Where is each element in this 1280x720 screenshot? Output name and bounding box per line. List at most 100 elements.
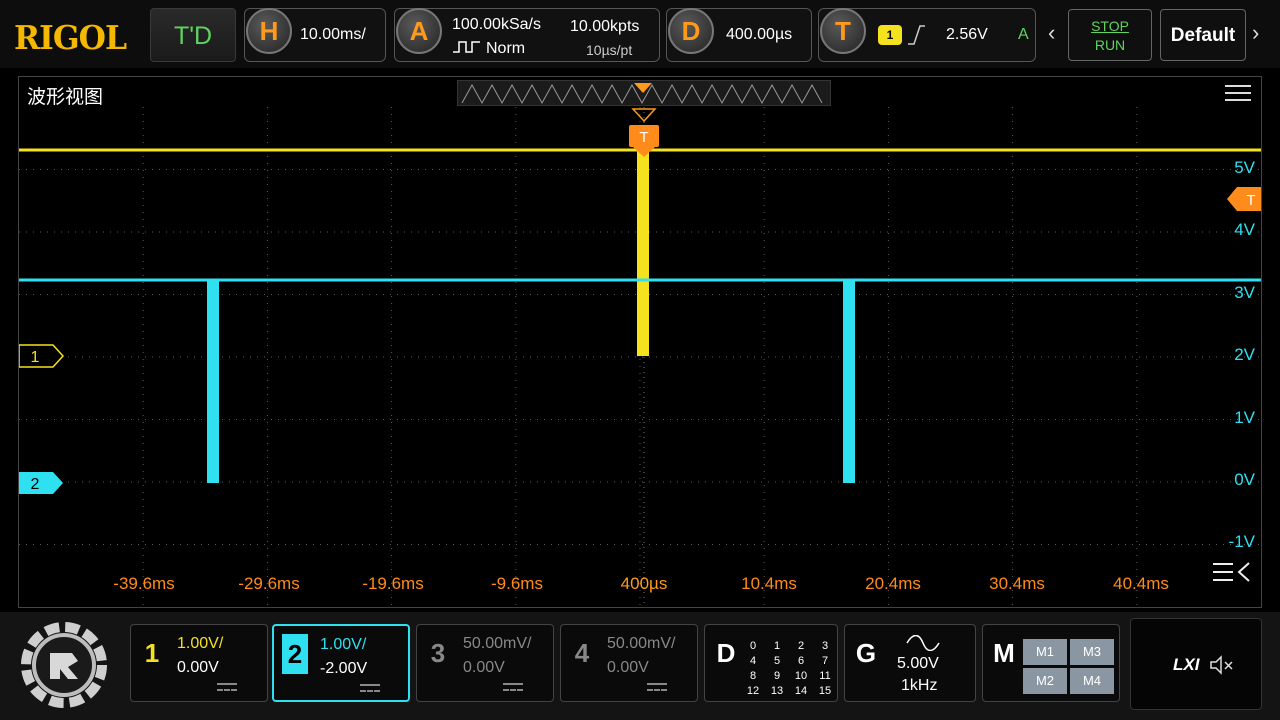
y-axis-label: -1V bbox=[1229, 532, 1256, 551]
waveform-window[interactable]: 波形视图 T T 1 2 5V 4V 3V 2V 1V 0V -1V -39.6… bbox=[18, 76, 1262, 608]
digital-channel-number: 4 bbox=[749, 655, 757, 667]
sample-rate: 100.00kSa/s bbox=[452, 16, 541, 33]
x-axis-label: 10.4ms bbox=[741, 574, 797, 593]
math-settings[interactable]: M M1 M3 M2 M4 bbox=[982, 624, 1120, 702]
memory-depth: 10.00kpts bbox=[570, 18, 640, 35]
acquire-key[interactable]: A bbox=[396, 8, 442, 54]
digital-channel-number: 6 bbox=[797, 655, 805, 667]
ch2-pulse-2 bbox=[843, 280, 855, 483]
home-gear-icon[interactable] bbox=[14, 618, 114, 712]
generator-amplitude: 5.00V bbox=[897, 655, 939, 672]
ch1-offset: 0.00V bbox=[177, 659, 219, 676]
digital-channel-number: 13 bbox=[770, 685, 784, 697]
ch2-offset: -2.00V bbox=[320, 660, 368, 677]
x-axis-label: 30.4ms bbox=[989, 574, 1045, 593]
trigger-position-arrow-icon[interactable] bbox=[631, 108, 657, 123]
trigger-level: 2.56V bbox=[946, 26, 988, 43]
math-m4-button[interactable]: M4 bbox=[1070, 668, 1114, 694]
x-axis-label: 40.4ms bbox=[1113, 574, 1169, 593]
rising-edge-icon bbox=[908, 25, 925, 45]
x-axis-label: -19.6ms bbox=[362, 574, 423, 593]
ch2-settings[interactable]: 2 1.00V/ -2.00V bbox=[272, 624, 410, 702]
acquire-mode: Norm bbox=[486, 40, 526, 57]
y-axis-label: 4V bbox=[1234, 220, 1255, 239]
generator-key: G bbox=[855, 638, 877, 668]
ch1-settings[interactable]: 1 1.00V/ 0.00V bbox=[130, 624, 268, 702]
digital-channel-number: 10 bbox=[794, 670, 808, 682]
status-area: LXI bbox=[1130, 618, 1262, 710]
digital-channel-number: 8 bbox=[749, 670, 757, 682]
math-m3-button[interactable]: M3 bbox=[1070, 639, 1114, 665]
y-axis-label: 1V bbox=[1234, 408, 1255, 427]
hamburger-menu-icon[interactable] bbox=[1225, 85, 1251, 103]
memory-strip[interactable] bbox=[457, 80, 831, 106]
ch3-number: 3 bbox=[430, 638, 446, 668]
lxi-icon[interactable]: LXI bbox=[1173, 655, 1199, 675]
ch3-scale: 50.00mV/ bbox=[463, 635, 532, 652]
trigger-key[interactable]: T bbox=[820, 8, 866, 54]
digital-channel-number: 15 bbox=[818, 685, 832, 697]
digital-channels[interactable]: D 0 1 2 3 4 5 6 7 8 9 10 11 12 13 14 15 bbox=[704, 624, 838, 702]
x-axis-label: -29.6ms bbox=[238, 574, 299, 593]
collapse-labels-icon[interactable] bbox=[1213, 562, 1250, 582]
ch1-offset-label: 1 bbox=[31, 349, 40, 366]
top-toolbar: RIGOL T'D H 10.00ms/ A 100.00kSa/s 10.00… bbox=[0, 0, 1280, 68]
stop-label: STOP bbox=[1091, 18, 1129, 34]
digital-channel-number: 7 bbox=[821, 655, 829, 667]
ch3-settings[interactable]: 3 50.00mV/ 0.00V bbox=[416, 624, 554, 702]
y-axis-label: 2V bbox=[1234, 345, 1255, 364]
digital-channel-number: 5 bbox=[773, 655, 781, 667]
y-axis-label: 5V bbox=[1234, 158, 1255, 177]
trigger-level-marker-label: T bbox=[1246, 192, 1255, 209]
trigger-sweep: A bbox=[1018, 26, 1029, 43]
run-label: RUN bbox=[1094, 37, 1126, 53]
y-axis-label: 0V bbox=[1234, 470, 1255, 489]
speaker-muted-icon[interactable] bbox=[1209, 655, 1235, 675]
ch2-offset-marker[interactable] bbox=[19, 472, 63, 494]
time-mode-button[interactable]: T'D bbox=[150, 8, 236, 62]
ch4-scale: 50.00mV/ bbox=[607, 635, 676, 652]
prev-arrow-icon[interactable]: ‹ bbox=[1048, 20, 1055, 46]
ch4-number: 4 bbox=[574, 638, 590, 668]
dc-coupling-icon bbox=[503, 683, 523, 691]
digital-channel-grid: 0 1 2 3 4 5 6 7 8 9 10 11 12 13 14 15 bbox=[741, 639, 837, 699]
delay-key[interactable]: D bbox=[668, 8, 714, 54]
sine-wave-icon bbox=[906, 635, 940, 651]
math-m2-button[interactable]: M2 bbox=[1023, 668, 1067, 694]
next-arrow-icon[interactable]: › bbox=[1252, 20, 1259, 46]
digital-channel-number: 2 bbox=[797, 640, 805, 652]
x-axis-label: -9.6ms bbox=[491, 574, 543, 593]
ch1-pulse bbox=[637, 150, 649, 356]
ch2-offset-label: 2 bbox=[31, 476, 40, 493]
ch3-offset: 0.00V bbox=[463, 659, 505, 676]
ch4-settings[interactable]: 4 50.00mV/ 0.00V bbox=[560, 624, 698, 702]
y-axis-label: 3V bbox=[1234, 283, 1255, 302]
trigger-level-marker[interactable] bbox=[1227, 187, 1261, 211]
ch1-offset-marker[interactable] bbox=[19, 344, 65, 368]
digital-channel-number: 9 bbox=[773, 670, 781, 682]
trigger-source-chip: 1 bbox=[878, 25, 902, 45]
dc-coupling-icon bbox=[647, 683, 667, 691]
x-axis-label: -39.6ms bbox=[113, 574, 174, 593]
run-stop-button[interactable]: STOP RUN bbox=[1068, 9, 1152, 61]
ch2-scale: 1.00V/ bbox=[320, 636, 367, 653]
x-axis-label: 400µs bbox=[621, 574, 668, 593]
points-rate: 10µs/pt bbox=[586, 42, 633, 58]
horizontal-key[interactable]: H bbox=[246, 8, 292, 54]
timebase-value: 10.00ms/ bbox=[300, 26, 366, 43]
digital-channel-number: 1 bbox=[773, 640, 781, 652]
digital-channel-number: 3 bbox=[821, 640, 829, 652]
generator-frequency: 1kHz bbox=[901, 677, 938, 694]
default-button[interactable]: Default bbox=[1160, 9, 1246, 61]
digital-channel-number: 11 bbox=[819, 670, 831, 682]
math-m1-button[interactable]: M1 bbox=[1023, 639, 1067, 665]
scope-graticule: T T 1 2 5V 4V 3V 2V 1V 0V -1V -39.6ms -29.6ms -1… bbox=[19, 107, 1261, 607]
window-title: 波形视图 bbox=[27, 87, 104, 108]
memory-waveform-icon bbox=[461, 83, 823, 105]
ch1-scale: 1.00V/ bbox=[177, 635, 224, 652]
generator-settings[interactable]: G 5.00V 1kHz bbox=[844, 624, 976, 702]
dc-coupling-icon bbox=[360, 684, 380, 692]
digital-channel-number: 0 bbox=[749, 640, 757, 652]
ch2-pulse-1 bbox=[207, 280, 219, 483]
digital-channel-number: 12 bbox=[746, 685, 760, 697]
